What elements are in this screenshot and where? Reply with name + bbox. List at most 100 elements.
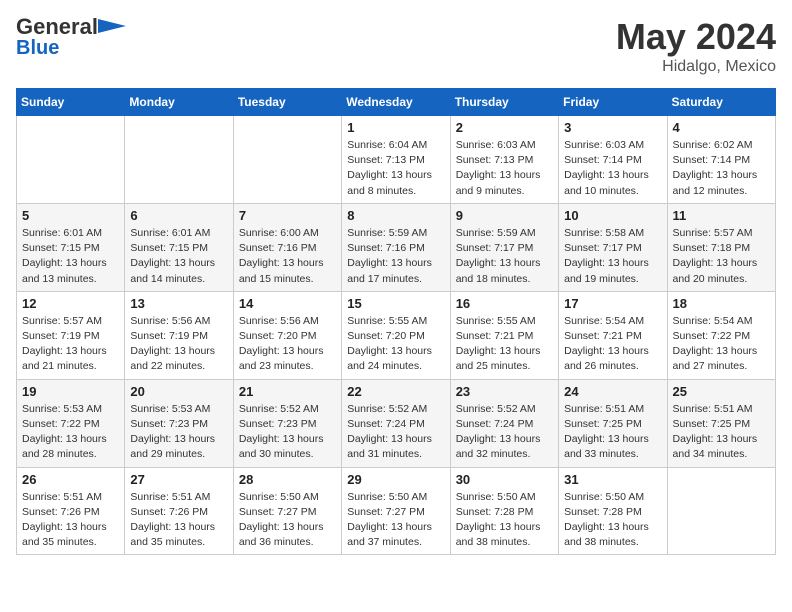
day-number: 19	[22, 384, 119, 399]
calendar-cell: 10 Sunrise: 5:58 AM Sunset: 7:17 PM Dayli…	[559, 203, 667, 291]
day-number: 9	[456, 208, 553, 223]
calendar-cell: 3Sunrise: 6:03 AM Sunset: 7:14 PM Daylig…	[559, 116, 667, 204]
calendar-cell: 21Sunrise: 5:52 AM Sunset: 7:23 PM Dayli…	[233, 379, 341, 467]
day-info: Sunrise: 5:50 AM Sunset: 7:27 PM Dayligh…	[239, 490, 336, 551]
day-number: 14	[239, 296, 336, 311]
logo: General Blue	[16, 16, 126, 58]
calendar-cell: 30Sunrise: 5:50 AM Sunset: 7:28 PM Dayli…	[450, 467, 558, 555]
calendar-cell: 17 Sunrise: 5:54 AM Sunset: 7:21 PM Dayli…	[559, 291, 667, 379]
calendar-cell: 15 Sunrise: 5:55 AM Sunset: 7:20 PM Dayli…	[342, 291, 450, 379]
day-info: Sunrise: 6:04 AM Sunset: 7:13 PM Dayligh…	[347, 138, 444, 199]
day-info: Sunrise: 5:56 AM Sunset: 7:19 PM Dayligh…	[130, 314, 227, 375]
day-info: Sunrise: 5:51 AM Sunset: 7:26 PM Dayligh…	[130, 490, 227, 551]
day-info: Sunrise: 5:53 AM Sunset: 7:23 PM Dayligh…	[130, 402, 227, 463]
calendar-week-3: 12Sunrise: 5:57 AM Sunset: 7:19 PM Dayli…	[17, 291, 776, 379]
calendar-week-5: 26 Sunrise: 5:51 AM Sunset: 7:26 PM Dayli…	[17, 467, 776, 555]
calendar-header-row: SundayMondayTuesdayWednesdayThursdayFrid…	[17, 89, 776, 116]
day-info: Sunrise: 6:00 AM Sunset: 7:16 PM Dayligh…	[239, 226, 336, 287]
calendar-cell: 8 Sunrise: 5:59 AM Sunset: 7:16 PM Daylig…	[342, 203, 450, 291]
calendar-cell: 22 Sunrise: 5:52 AM Sunset: 7:24 PM Dayli…	[342, 379, 450, 467]
day-info: Sunrise: 6:02 AM Sunset: 7:14 PM Dayligh…	[673, 138, 770, 199]
calendar-header-wednesday: Wednesday	[342, 89, 450, 116]
day-number: 11	[673, 208, 770, 223]
day-info: Sunrise: 5:51 AM Sunset: 7:25 PM Dayligh…	[564, 402, 661, 463]
calendar-cell	[125, 116, 233, 204]
calendar-cell: 14 Sunrise: 5:56 AM Sunset: 7:20 PM Dayli…	[233, 291, 341, 379]
day-info: Sunrise: 6:03 AM Sunset: 7:14 PM Dayligh…	[564, 138, 661, 199]
calendar-header-saturday: Saturday	[667, 89, 775, 116]
calendar-cell: 24 Sunrise: 5:51 AM Sunset: 7:25 PM Dayli…	[559, 379, 667, 467]
calendar-cell: 20 Sunrise: 5:53 AM Sunset: 7:23 PM Dayli…	[125, 379, 233, 467]
day-number: 25	[673, 384, 770, 399]
day-number: 8	[347, 208, 444, 223]
day-info: Sunrise: 5:51 AM Sunset: 7:25 PM Dayligh…	[673, 402, 770, 463]
main-title: May 2024	[616, 16, 776, 58]
calendar-table: SundayMondayTuesdayWednesdayThursdayFrid…	[16, 88, 776, 555]
calendar-week-2: 5 Sunrise: 6:01 AM Sunset: 7:15 PM Daylig…	[17, 203, 776, 291]
calendar-cell: 29 Sunrise: 5:50 AM Sunset: 7:27 PM Dayli…	[342, 467, 450, 555]
calendar-cell: 1 Sunrise: 6:04 AM Sunset: 7:13 PM Daylig…	[342, 116, 450, 204]
day-number: 24	[564, 384, 661, 399]
calendar-cell: 12Sunrise: 5:57 AM Sunset: 7:19 PM Dayli…	[17, 291, 125, 379]
calendar-cell: 6 Sunrise: 6:01 AM Sunset: 7:15 PM Daylig…	[125, 203, 233, 291]
day-number: 2	[456, 120, 553, 135]
day-info: Sunrise: 5:54 AM Sunset: 7:21 PM Dayligh…	[564, 314, 661, 375]
logo-blue-text: Blue	[16, 38, 59, 58]
day-number: 22	[347, 384, 444, 399]
day-number: 30	[456, 472, 553, 487]
calendar-cell: 16 Sunrise: 5:55 AM Sunset: 7:21 PM Dayli…	[450, 291, 558, 379]
calendar-header-tuesday: Tuesday	[233, 89, 341, 116]
calendar-cell: 13Sunrise: 5:56 AM Sunset: 7:19 PM Dayli…	[125, 291, 233, 379]
day-info: Sunrise: 5:53 AM Sunset: 7:22 PM Dayligh…	[22, 402, 119, 463]
day-number: 18	[673, 296, 770, 311]
day-number: 31	[564, 472, 661, 487]
calendar-cell: 23Sunrise: 5:52 AM Sunset: 7:24 PM Dayli…	[450, 379, 558, 467]
calendar-cell	[233, 116, 341, 204]
day-info: Sunrise: 6:01 AM Sunset: 7:15 PM Dayligh…	[22, 226, 119, 287]
day-info: Sunrise: 5:57 AM Sunset: 7:19 PM Dayligh…	[22, 314, 119, 375]
sub-title: Hidalgo, Mexico	[616, 58, 776, 76]
day-number: 16	[456, 296, 553, 311]
calendar-cell: 28 Sunrise: 5:50 AM Sunset: 7:27 PM Dayli…	[233, 467, 341, 555]
calendar-cell	[667, 467, 775, 555]
day-info: Sunrise: 5:50 AM Sunset: 7:27 PM Dayligh…	[347, 490, 444, 551]
day-number: 5	[22, 208, 119, 223]
logo-icon	[98, 19, 126, 33]
day-info: Sunrise: 5:55 AM Sunset: 7:21 PM Dayligh…	[456, 314, 553, 375]
calendar-week-4: 19 Sunrise: 5:53 AM Sunset: 7:22 PM Dayli…	[17, 379, 776, 467]
day-info: Sunrise: 5:58 AM Sunset: 7:17 PM Dayligh…	[564, 226, 661, 287]
calendar-cell: 9 Sunrise: 5:59 AM Sunset: 7:17 PM Daylig…	[450, 203, 558, 291]
page-header: General Blue May 2024 Hidalgo, Mexico	[16, 16, 776, 76]
calendar-cell: 4 Sunrise: 6:02 AM Sunset: 7:14 PM Daylig…	[667, 116, 775, 204]
day-info: Sunrise: 5:55 AM Sunset: 7:20 PM Dayligh…	[347, 314, 444, 375]
day-number: 10	[564, 208, 661, 223]
day-number: 20	[130, 384, 227, 399]
day-info: Sunrise: 5:59 AM Sunset: 7:17 PM Dayligh…	[456, 226, 553, 287]
calendar-cell: 19 Sunrise: 5:53 AM Sunset: 7:22 PM Dayli…	[17, 379, 125, 467]
day-info: Sunrise: 5:52 AM Sunset: 7:24 PM Dayligh…	[347, 402, 444, 463]
day-info: Sunrise: 5:52 AM Sunset: 7:24 PM Dayligh…	[456, 402, 553, 463]
day-info: Sunrise: 5:56 AM Sunset: 7:20 PM Dayligh…	[239, 314, 336, 375]
day-info: Sunrise: 5:59 AM Sunset: 7:16 PM Dayligh…	[347, 226, 444, 287]
calendar-cell: 27 Sunrise: 5:51 AM Sunset: 7:26 PM Dayli…	[125, 467, 233, 555]
day-info: Sunrise: 6:03 AM Sunset: 7:13 PM Dayligh…	[456, 138, 553, 199]
calendar-week-1: 1 Sunrise: 6:04 AM Sunset: 7:13 PM Daylig…	[17, 116, 776, 204]
day-number: 17	[564, 296, 661, 311]
calendar-cell: 2 Sunrise: 6:03 AM Sunset: 7:13 PM Daylig…	[450, 116, 558, 204]
calendar-cell: 5 Sunrise: 6:01 AM Sunset: 7:15 PM Daylig…	[17, 203, 125, 291]
title-block: May 2024 Hidalgo, Mexico	[616, 16, 776, 76]
day-number: 6	[130, 208, 227, 223]
day-number: 28	[239, 472, 336, 487]
day-number: 15	[347, 296, 444, 311]
day-number: 26	[22, 472, 119, 487]
day-number: 27	[130, 472, 227, 487]
day-info: Sunrise: 6:01 AM Sunset: 7:15 PM Dayligh…	[130, 226, 227, 287]
calendar-header-monday: Monday	[125, 89, 233, 116]
day-number: 1	[347, 120, 444, 135]
day-number: 4	[673, 120, 770, 135]
calendar-header-friday: Friday	[559, 89, 667, 116]
day-info: Sunrise: 5:57 AM Sunset: 7:18 PM Dayligh…	[673, 226, 770, 287]
day-number: 29	[347, 472, 444, 487]
calendar-cell: 26Sunrise: 5:51 AM Sunset: 7:26 PM Dayli…	[17, 467, 125, 555]
calendar-header-sunday: Sunday	[17, 89, 125, 116]
